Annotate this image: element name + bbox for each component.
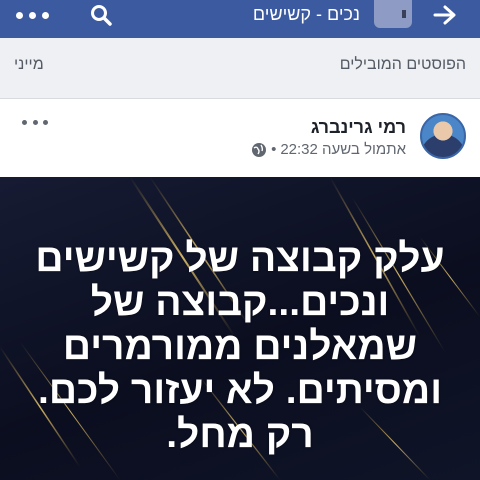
top-posts-heading: הפוסטים המובילים <box>339 56 466 73</box>
sort-button[interactable]: מייני <box>14 56 44 74</box>
post-header: רמי גרינברג אתמול בשעה 22:32 • <box>0 99 480 177</box>
arrow-right-icon[interactable] <box>428 0 462 30</box>
search-icon[interactable] <box>86 0 116 30</box>
post-time[interactable]: אתמול בשעה 22:32 <box>280 141 406 158</box>
group-title: נכים - קשישים <box>252 4 360 24</box>
post-image-text: עלק קבוצה של קשישים ונכים...קבוצה של שמא… <box>35 237 445 456</box>
section-header: הפוסטים המובילים מייני <box>0 38 480 99</box>
post-meta: אתמול בשעה 22:32 • <box>251 141 406 158</box>
post-image[interactable]: עלק קבוצה של קשישים ונכים...קבוצה של שמא… <box>0 177 480 480</box>
group-thumbnail[interactable] <box>374 0 412 28</box>
meta-separator: • <box>271 141 277 158</box>
post-author[interactable]: רמי גרינברג <box>311 117 406 138</box>
post-menu-button[interactable] <box>22 117 48 127</box>
top-bar: נכים - קשישים <box>0 0 480 38</box>
avatar[interactable] <box>420 113 466 159</box>
globe-icon <box>252 142 267 157</box>
more-dots-icon[interactable] <box>8 0 56 30</box>
